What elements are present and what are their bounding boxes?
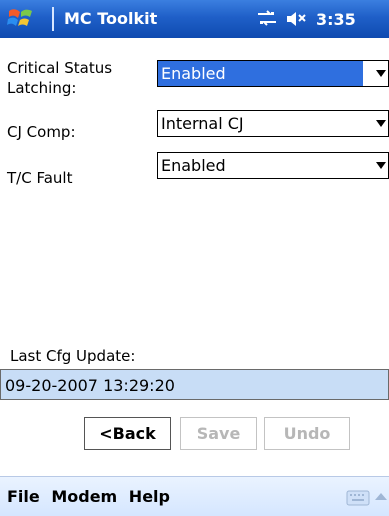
menu-file[interactable]: File <box>7 487 40 507</box>
last-config-update-value: 09-20-2007 13:29:20 <box>5 376 175 395</box>
keyboard-arrow-icon[interactable] <box>375 493 387 500</box>
cj-comp-dropdown[interactable]: Internal CJ <box>157 110 389 137</box>
dropdown-value: Internal CJ <box>161 114 244 133</box>
bottom-menu-bar: File Modem Help <box>0 476 389 516</box>
app-title: MC Toolkit <box>64 9 158 28</box>
speaker-muted-icon[interactable] <box>285 8 307 30</box>
undo-button[interactable]: Undo <box>264 417 350 450</box>
title-separator <box>52 7 54 31</box>
dropdown-value: Enabled <box>161 156 226 175</box>
dropdown-value: Enabled <box>161 64 226 83</box>
menu-items: File Modem Help <box>7 487 176 507</box>
last-config-update-label: Last Cfg Update: <box>10 347 136 365</box>
dropdown-arrow-icon[interactable] <box>376 70 386 77</box>
dropdown-arrow-icon[interactable] <box>376 120 386 127</box>
last-config-update-field: 09-20-2007 13:29:20 <box>0 369 389 400</box>
clock[interactable]: 3:35 <box>316 10 356 30</box>
status-icons: 3:35 <box>255 6 389 32</box>
cj-comp-label: CJ Comp: <box>7 123 76 141</box>
windows-start-icon[interactable] <box>5 7 37 31</box>
title-bar: MC Toolkit 3:35 <box>0 0 389 38</box>
keyboard-icon[interactable] <box>346 489 370 507</box>
menu-modem[interactable]: Modem <box>51 487 117 507</box>
back-button[interactable]: <Back <box>84 417 171 450</box>
save-button[interactable]: Save <box>180 417 257 450</box>
dropdown-arrow-icon[interactable] <box>376 162 386 169</box>
tc-fault-label: T/C Fault <box>7 169 73 187</box>
critical-status-latching-dropdown[interactable]: Enabled <box>157 60 389 87</box>
connectivity-icon[interactable] <box>255 6 279 30</box>
critical-status-latching-label: Critical Status Latching: <box>7 59 113 97</box>
tc-fault-dropdown[interactable]: Enabled <box>157 152 389 179</box>
menu-help[interactable]: Help <box>129 487 170 507</box>
